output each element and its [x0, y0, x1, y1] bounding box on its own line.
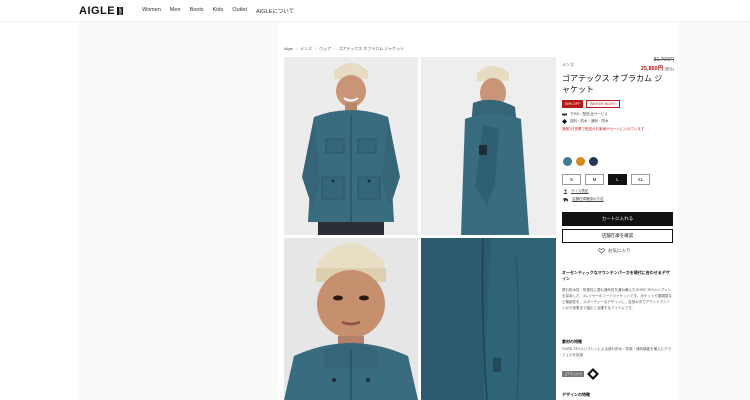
- main-nav: Women Men Boots Kids Outlet AIGLEについて: [142, 7, 294, 15]
- description-body: 優れ防水性・防風性に優れ通気性を兼ね備えたGORE-TEXメンブレンを採用した、…: [562, 288, 672, 310]
- stock-notice: 通常2日営業で配送のお客様がカートに入れています: [562, 127, 645, 131]
- product-photo-closeup[interactable]: [284, 238, 418, 400]
- feature-info-text: 送料・防水・通気・防水: [570, 119, 609, 123]
- breadcrumb-separator: /: [314, 46, 317, 51]
- color-swatch-navy[interactable]: [589, 157, 598, 166]
- brand-logo[interactable]: AIGLE 1853: [79, 5, 124, 17]
- size-option-m[interactable]: M: [585, 174, 604, 185]
- logo-wordmark: AIGLE: [79, 5, 116, 17]
- product-photo-fabric-detail[interactable]: [421, 238, 556, 400]
- color-swatches: [563, 157, 598, 166]
- model-front-illustration: [284, 57, 418, 235]
- nav-women[interactable]: Women: [142, 7, 161, 15]
- product-photo-side[interactable]: [421, 57, 556, 235]
- color-swatch-blue[interactable]: [563, 157, 572, 166]
- gore-tex-diamond-icon: [586, 368, 599, 380]
- heart-icon: [598, 248, 605, 254]
- model-side-illustration: [421, 57, 556, 235]
- campaign-badge: WINTER NIGHT: [585, 100, 620, 108]
- nav-kids[interactable]: Kids: [213, 7, 224, 15]
- product-photo-front[interactable]: [284, 57, 418, 235]
- store-stock-label: 店舗在庫確認の方法: [572, 197, 604, 201]
- nav-outlet[interactable]: Outlet: [232, 7, 247, 15]
- nav-about[interactable]: AIGLEについて: [256, 7, 294, 15]
- add-to-cart-button[interactable]: カートに入れる: [562, 212, 673, 226]
- favorite-label: お気に入り: [608, 248, 631, 253]
- design-heading: デザインの特徴: [562, 392, 590, 397]
- sale-price: 25,850円 (税込): [641, 64, 674, 72]
- size-option-xl[interactable]: XL: [631, 174, 650, 185]
- product-title: ゴアテックス オブラカム ジャケット: [562, 74, 663, 94]
- tax-note: (税込): [664, 67, 674, 71]
- size-guide-link[interactable]: サイズ表記: [563, 189, 588, 194]
- ruler-icon: [562, 113, 567, 116]
- diamond-icon: [562, 119, 567, 124]
- breadcrumb-item[interactable]: メンズ: [300, 46, 312, 52]
- product-category: メンズ: [562, 62, 574, 67]
- feature-text: GORE-TEXメンブレンによる優れ防水・防風・通気機能を備えたグラフェネを採用: [562, 347, 672, 357]
- original-price: $1,700円: [653, 57, 674, 63]
- check-store-button[interactable]: 店舗在庫を確認: [562, 229, 673, 243]
- shipping-info-text: 下代5・配送:全サービス: [570, 112, 608, 116]
- size-option-l[interactable]: L: [608, 174, 627, 185]
- tech-tags: ゴアテックス: [562, 368, 599, 380]
- site-header: AIGLE 1853 Women Men Boots Kids Outlet A…: [0, 0, 750, 22]
- size-option-s[interactable]: S: [562, 174, 581, 185]
- product-badges: 50% OFF WINTER NIGHT: [562, 100, 620, 108]
- breadcrumb-item[interactable]: ウェア: [319, 46, 331, 52]
- breadcrumb-separator: /: [334, 46, 336, 51]
- breadcrumb-current: ゴアテックス オブラカム ジャケット: [338, 46, 405, 51]
- color-swatch-orange[interactable]: [576, 157, 585, 166]
- truck-icon: [563, 198, 568, 202]
- fabric-detail-illustration: [421, 238, 556, 400]
- discount-badge: 50% OFF: [562, 100, 583, 108]
- person-icon: [563, 189, 568, 194]
- size-selector: S M L XL: [562, 174, 650, 185]
- breadcrumb: Aigle / メンズ / ウェア / ゴアテックス オブラカム ジャケット: [284, 46, 404, 52]
- logo-badge: 1853: [117, 7, 124, 15]
- size-guide-label: サイズ表記: [571, 189, 589, 193]
- sale-price-value: 25,850円: [640, 66, 664, 72]
- right-margin: [677, 22, 750, 400]
- favorite-button[interactable]: お気に入り: [598, 248, 631, 254]
- description-heading: オーセンティックなマウンテンパーカを現代に合わせるデザイン: [562, 270, 670, 281]
- tech-tag: ゴアテックス: [562, 371, 584, 377]
- store-stock-link[interactable]: 店舗在庫確認の方法: [563, 197, 604, 202]
- nav-men[interactable]: Men: [170, 7, 181, 15]
- breadcrumb-separator: /: [295, 46, 298, 51]
- product-page: AIGLE 1853 Women Men Boots Kids Outlet A…: [0, 0, 750, 400]
- feature-info: 送料・防水・通気・防水: [562, 119, 609, 124]
- left-margin: [78, 22, 278, 400]
- shipping-info: 下代5・配送:全サービス: [562, 112, 608, 117]
- nav-boots[interactable]: Boots: [190, 7, 204, 15]
- breadcrumb-item[interactable]: Aigle: [284, 46, 293, 52]
- feature-heading: 素材の特徴: [562, 339, 582, 344]
- model-closeup-illustration: [284, 238, 418, 400]
